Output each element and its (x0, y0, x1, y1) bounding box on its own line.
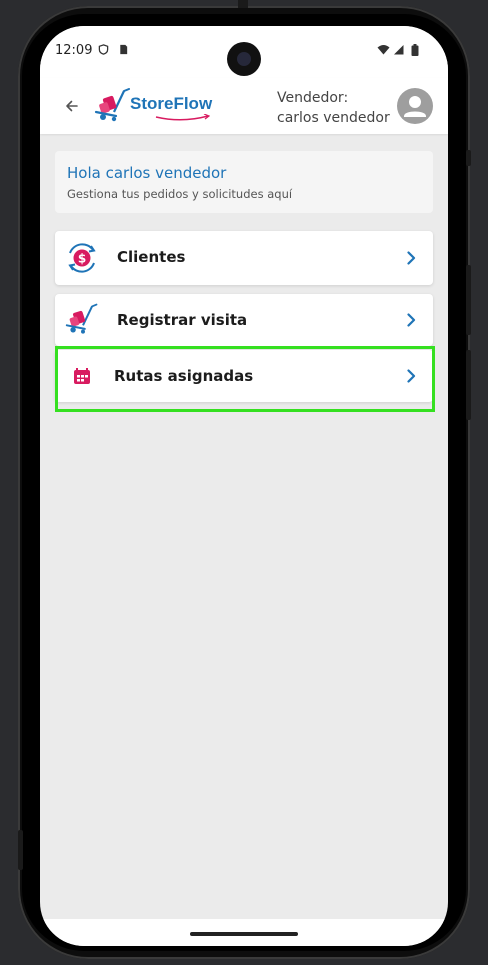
menu-item-label: Clientes (117, 248, 186, 266)
vendor-info: Vendedor: carlos vendedor (277, 88, 390, 128)
client-money-icon: $ (68, 243, 96, 273)
top-button (238, 0, 248, 8)
cart-icon (65, 303, 98, 334)
chevron-right-icon (407, 251, 416, 265)
sim-card-icon (120, 44, 128, 55)
svg-text:$: $ (78, 252, 86, 266)
storeflow-logo-icon (94, 88, 130, 122)
greeting-subtitle: Gestiona tus pedidos y solicitudes aquí (67, 187, 293, 201)
left-side-button (18, 830, 23, 870)
greeting-card: Hola carlos vendedor Gestiona tus pedido… (55, 151, 433, 213)
menu-item-label: Registrar visita (117, 311, 248, 329)
screen: 12:09 StoreFlow Vendedor: carlos vendedo… (40, 26, 448, 946)
status-time: 12:09 (55, 43, 93, 58)
app-bar: StoreFlow Vendedor: carlos vendedor (40, 78, 448, 134)
vendor-name: carlos vendedor (277, 110, 390, 126)
menu-item-registrar-visita[interactable]: Registrar visita (55, 294, 433, 346)
brand-name: StoreFlow (130, 94, 213, 113)
volume-down-button (466, 350, 471, 420)
brand-swoosh (155, 114, 210, 121)
status-bar: 12:09 (40, 26, 448, 78)
signal-icon (394, 45, 404, 55)
greeting-title: Hola carlos vendedor (67, 164, 227, 182)
battery-icon (411, 44, 419, 56)
chevron-right-icon (407, 313, 416, 327)
person-icon (404, 96, 426, 117)
vendor-label: Vendedor: (277, 90, 349, 106)
wifi-icon (377, 45, 390, 55)
selection-highlight (55, 346, 435, 412)
home-indicator[interactable] (190, 932, 298, 936)
side-button (466, 150, 471, 166)
avatar[interactable] (397, 88, 433, 124)
shield-icon (98, 44, 109, 55)
volume-up-button (466, 265, 471, 335)
back-arrow-icon[interactable] (62, 96, 82, 116)
front-camera (227, 42, 261, 76)
menu-item-clientes[interactable]: $ Clientes (55, 231, 433, 285)
